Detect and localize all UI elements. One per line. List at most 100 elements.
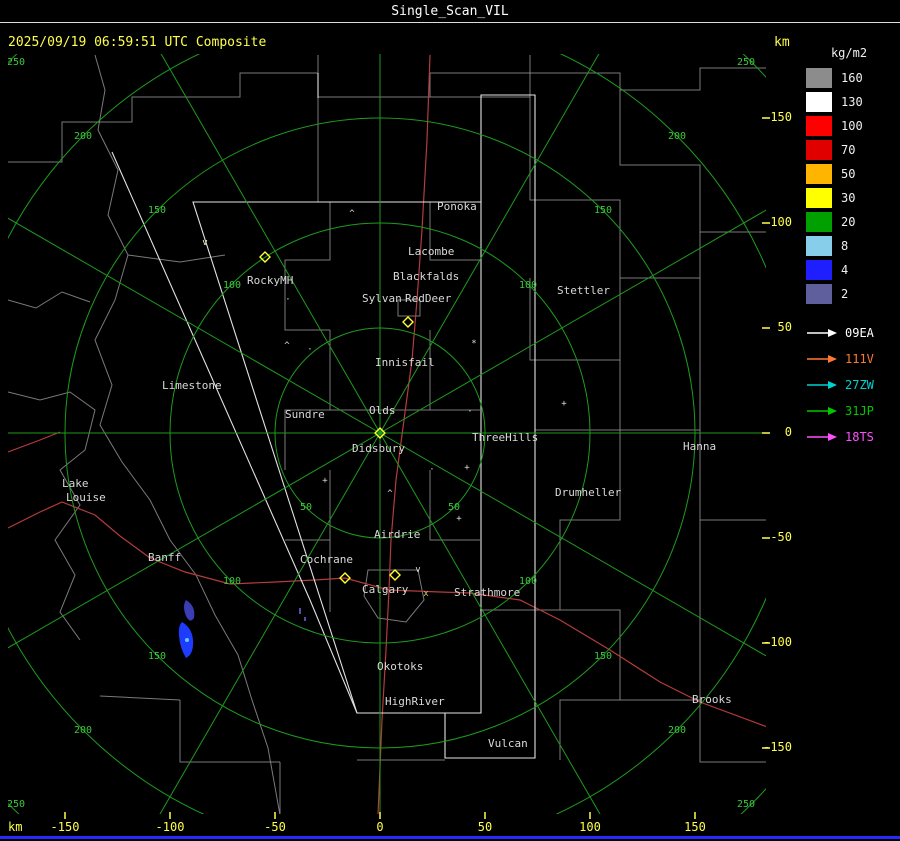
x-axis-tick-label: 150	[684, 820, 706, 834]
y-axis-tick-label: 150	[770, 110, 792, 124]
radar-legend-row: 09EA	[800, 320, 898, 346]
city-label: Vulcan	[488, 737, 528, 750]
range-ring-label: 200	[74, 131, 92, 142]
color-scale-value: 160	[841, 71, 863, 85]
radar-id-label: 09EA	[845, 326, 874, 340]
range-ring-label: 150	[148, 205, 166, 216]
map-symbol: ·	[467, 407, 472, 417]
city-label: Brooks	[692, 693, 732, 706]
city-label: Ponoka	[437, 200, 477, 213]
map-symbol: v	[202, 238, 207, 248]
color-scale-value: 130	[841, 95, 863, 109]
legend-panel: kg/m2 160 130 100 70 50 30 20 8 4 2 09EA 111V 27ZW 3…	[800, 46, 898, 450]
map-symbol: *	[471, 339, 476, 349]
city-label: Cochrane	[300, 553, 353, 566]
radar-legend-row: 18TS	[800, 424, 898, 450]
city-label: Banff	[148, 551, 181, 564]
city-label: Louise	[66, 491, 106, 504]
color-swatch	[806, 212, 832, 232]
y-axis-tick-label: -50	[770, 530, 792, 544]
color-scale-value: 100	[841, 119, 863, 133]
color-scale-value: 20	[841, 215, 856, 229]
radar-legend-row: 27ZW	[800, 372, 898, 398]
city-label: Calgary	[362, 583, 409, 596]
map-symbol: ^	[284, 341, 290, 351]
color-swatch	[806, 236, 832, 256]
range-ring-label: 250	[737, 57, 755, 68]
city-label: ThreeHills	[472, 431, 538, 444]
color-scale-row: 70	[800, 138, 898, 162]
color-scale-row: 30	[800, 186, 898, 210]
color-swatch	[806, 140, 832, 160]
range-ring-label: 100	[223, 280, 241, 291]
city-label: Stettler	[557, 284, 610, 297]
color-scale-row: 100	[800, 114, 898, 138]
color-scale-value: 30	[841, 191, 856, 205]
map-symbol: ·	[429, 465, 434, 475]
y-axis-tick-label: 50	[777, 320, 792, 334]
color-swatch	[806, 260, 832, 280]
color-scale-row: 20	[800, 210, 898, 234]
city-label: Strathmore	[454, 586, 520, 599]
color-scale: 160 130 100 70 50 30 20 8 4 2	[800, 66, 898, 306]
color-scale-row: 160	[800, 66, 898, 90]
color-swatch	[806, 116, 832, 136]
radar-site-marker	[402, 316, 414, 328]
radar-id-label: 18TS	[845, 430, 874, 444]
map-symbol: ·	[307, 345, 312, 355]
range-ring-label: 150	[594, 205, 612, 216]
city-label: RockyMH	[247, 274, 293, 287]
y-axis-tick-label: -100	[763, 635, 792, 649]
radar-map: 50 50 100 100 100 100 150 150 150 150 200 200 200 200…	[7, 54, 770, 819]
radar-legend-row: 31JP	[800, 398, 898, 424]
radar-id-legend: 09EA 111V 27ZW 31JP 18TS	[800, 320, 898, 450]
range-ring-label: 250	[7, 799, 25, 810]
color-swatch	[806, 68, 832, 88]
x-axis-tick-label: -50	[264, 820, 286, 834]
city-label: Limestone	[162, 379, 222, 392]
city-label: Drumheller	[555, 486, 622, 499]
color-scale-value: 50	[841, 167, 856, 181]
radar-id-label: 111V	[845, 352, 874, 366]
range-ring-label: 150	[594, 651, 612, 662]
color-scale-value: 70	[841, 143, 856, 157]
map-symbol: v	[415, 565, 420, 575]
radar-arrow-icon	[807, 433, 837, 441]
city-label: RedDeer	[405, 292, 452, 305]
city-label: Didsbury	[352, 442, 405, 455]
precip-echo	[178, 600, 306, 658]
range-ring-label: 200	[74, 725, 92, 736]
map-symbol: ^	[349, 209, 355, 219]
range-ring-label: 200	[668, 131, 686, 142]
color-swatch	[806, 92, 832, 112]
color-scale-value: 2	[841, 287, 849, 301]
color-scale-row: 4	[800, 258, 898, 282]
axis-ticks	[64, 117, 770, 819]
city-label: Hanna	[683, 440, 716, 453]
radar-arrow-icon	[807, 407, 837, 415]
map-symbol: x	[423, 589, 429, 599]
radar-arrow-icon	[807, 381, 837, 389]
x-axis-tick-label: -150	[50, 820, 80, 834]
map-symbol: ·	[285, 295, 290, 305]
city-label: Olds	[369, 404, 396, 417]
y-axis-tick-label: 100	[770, 215, 792, 229]
range-ring-label: 150	[148, 651, 166, 662]
radar-arrow-icon	[807, 329, 837, 337]
range-rings	[8, 54, 766, 814]
color-scale-row: 50	[800, 162, 898, 186]
x-axis-tick-label: 0	[376, 820, 384, 834]
radar-arrow-icon	[807, 355, 837, 363]
city-label: Lake	[62, 477, 89, 490]
radar-app-window: Single_Scan_VIL 2025/09/19 06:59:51 UTC …	[0, 0, 900, 841]
range-ring-label: 250	[7, 57, 25, 68]
x-axis-tick-label: 50	[477, 820, 493, 834]
color-scale-value: 8	[841, 239, 849, 253]
range-ring-label: 50	[300, 502, 312, 513]
radar-legend-row: 111V	[800, 346, 898, 372]
city-label: Sundre	[285, 408, 325, 421]
city-label: Innisfail	[375, 356, 435, 369]
radar-id-label: 27ZW	[845, 378, 874, 392]
y-axis-tick-label: 0	[784, 425, 792, 439]
legend-unit-label: kg/m2	[830, 46, 868, 60]
